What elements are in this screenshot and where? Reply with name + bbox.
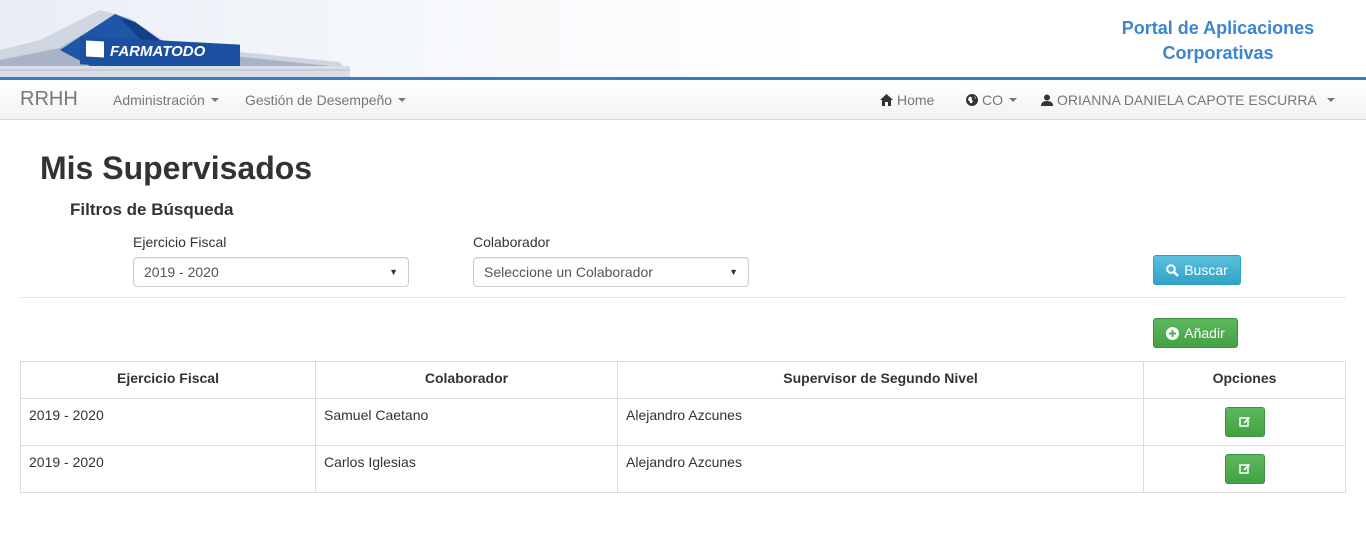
- column-header-collaborator: Colaborador: [315, 361, 618, 399]
- country-selector[interactable]: CO: [966, 92, 1017, 108]
- portal-title: Portal de Aplicaciones Corporativas: [1098, 16, 1338, 66]
- main-navbar: RRHH Administración Gestión de Desempeño…: [0, 80, 1366, 120]
- cell-options: [1143, 445, 1346, 493]
- globe-icon: [966, 94, 978, 106]
- user-name: ORIANNA DANIELA CAPOTE ESCURRA: [1057, 92, 1317, 108]
- portal-title-line1: Portal de Aplicaciones: [1121, 18, 1315, 38]
- chevron-down-icon: ▼: [729, 267, 738, 277]
- portal-title-line2: Corporativas: [1162, 43, 1274, 63]
- chevron-down-icon: [1326, 98, 1335, 102]
- user-icon: [1041, 94, 1053, 106]
- plus-circle-icon: [1166, 326, 1180, 340]
- column-header-fiscal: Ejercicio Fiscal: [20, 361, 316, 399]
- country-label: CO: [982, 92, 1003, 108]
- cell-supervisor: Alejandro Azcunes: [617, 398, 1144, 446]
- page-title: Mis Supervisados: [40, 150, 313, 186]
- collaborator-select[interactable]: Seleccione un Colaborador ▼: [473, 257, 749, 287]
- filters-title: Filtros de Búsqueda: [70, 200, 234, 219]
- logo-text: FARMATODO: [110, 43, 206, 60]
- supervisados-table: Ejercicio Fiscal Colaborador Supervisor …: [20, 361, 1346, 493]
- chevron-down-icon: [210, 98, 219, 102]
- search-button[interactable]: Buscar: [1153, 255, 1241, 285]
- column-header-supervisor: Supervisor de Segundo Nivel: [617, 361, 1144, 399]
- navbar-brand[interactable]: RRHH: [20, 88, 78, 111]
- menu-gestion-desempeno[interactable]: Gestión de Desempeño: [245, 92, 407, 108]
- table-header-row: Ejercicio Fiscal Colaborador Supervisor …: [20, 361, 1346, 399]
- edit-icon: [1238, 416, 1251, 428]
- home-icon: [880, 94, 893, 106]
- fiscal-year-select[interactable]: 2019 - 2020 ▼: [133, 257, 409, 287]
- fiscal-year-value: 2019 - 2020: [144, 264, 219, 280]
- user-menu[interactable]: ORIANNA DANIELA CAPOTE ESCURRA: [1041, 92, 1335, 108]
- column-header-options: Opciones: [1143, 361, 1346, 399]
- cell-options: [1143, 398, 1346, 446]
- add-button[interactable]: Añadir: [1153, 318, 1238, 348]
- chevron-down-icon: ▼: [389, 267, 398, 277]
- edit-icon: [1238, 463, 1251, 475]
- table-row: 2019 - 2020 Carlos Iglesias Alejandro Az…: [20, 445, 1346, 493]
- nav-home-link[interactable]: Home: [880, 92, 934, 108]
- cell-collaborator: Samuel Caetano: [315, 398, 618, 446]
- cell-fiscal: 2019 - 2020: [20, 398, 316, 446]
- chevron-down-icon: [398, 98, 407, 102]
- collaborator-placeholder: Seleccione un Colaborador: [484, 264, 653, 280]
- edit-button[interactable]: [1224, 454, 1265, 484]
- divider: [20, 297, 1346, 298]
- collaborator-label: Colaborador: [473, 234, 551, 250]
- add-button-label: Añadir: [1184, 325, 1225, 341]
- cell-fiscal: 2019 - 2020: [20, 445, 316, 493]
- cell-collaborator: Carlos Iglesias: [315, 445, 618, 493]
- table-row: 2019 - 2020 Samuel Caetano Alejandro Azc…: [20, 398, 1346, 446]
- fiscal-year-label: Ejercicio Fiscal: [133, 234, 227, 250]
- menu-administracion[interactable]: Administración: [113, 92, 219, 108]
- search-icon: [1166, 263, 1180, 277]
- edit-button[interactable]: [1224, 407, 1265, 437]
- menu-gestion-desempeno-label: Gestión de Desempeño: [245, 92, 393, 108]
- chevron-down-icon: [1009, 98, 1017, 102]
- farmatodo-logo: FARMATODO: [0, 0, 350, 77]
- nav-home-label: Home: [897, 92, 935, 108]
- menu-administracion-label: Administración: [113, 92, 205, 108]
- search-button-label: Buscar: [1184, 262, 1228, 278]
- cell-supervisor: Alejandro Azcunes: [617, 445, 1144, 493]
- header-banner: FARMATODO Portal de Aplicaciones Corpora…: [0, 0, 1366, 80]
